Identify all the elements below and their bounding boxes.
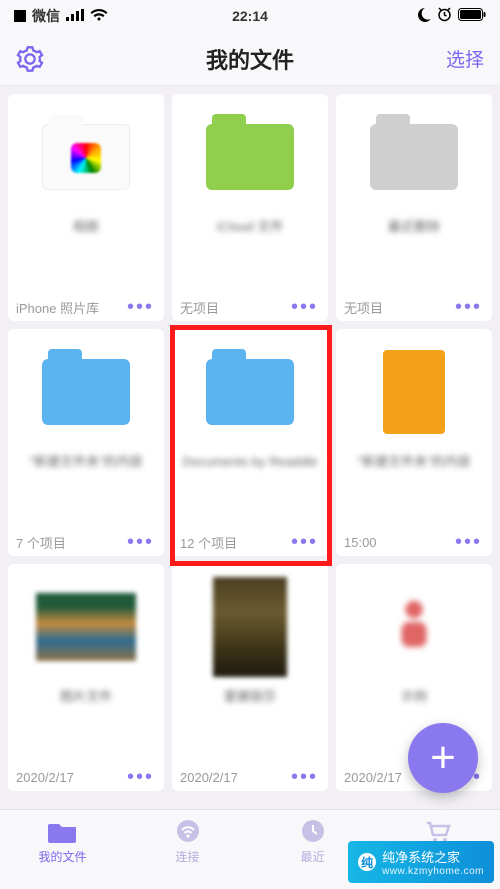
folder-card[interactable]: "新建文件夹"的内容 7 个项目 ••• <box>8 329 164 556</box>
image-card[interactable]: 图片文件 2020/2/17 ••• <box>8 564 164 791</box>
folder-card[interactable]: 最近删除 无项目 ••• <box>336 94 492 321</box>
more-button[interactable]: ••• <box>125 297 156 317</box>
file-card[interactable]: "新建文件夹"的内容 15:00 ••• <box>336 329 492 556</box>
page-title: 我的文件 <box>206 43 294 75</box>
folder-card[interactable]: iCloud 文件 无项目 ••• <box>172 94 328 321</box>
card-meta: 7 个项目 <box>16 533 66 552</box>
card-name: iCloud 文件 <box>180 218 320 260</box>
watermark-brand: 纯净系统之家 <box>382 850 460 865</box>
card-name: Documents by Readdle <box>180 453 320 495</box>
file-grid: 相册 iPhone 照片库 ••• iCloud 文件 无项目 ••• 最近删除… <box>0 86 500 799</box>
folder-card[interactable]: 相册 iPhone 照片库 ••• <box>8 94 164 321</box>
moon-icon <box>417 8 431 25</box>
settings-button[interactable] <box>16 45 44 73</box>
card-meta: 2020/2/17 <box>344 770 402 785</box>
card-name: "新建文件夹"的内容 <box>344 453 484 495</box>
tab-label: 最近 <box>300 848 324 865</box>
card-meta: 无项目 <box>344 298 383 317</box>
card-meta: 无项目 <box>180 298 219 317</box>
image-card[interactable]: 蒙娜丽莎 2020/2/17 ••• <box>172 564 328 791</box>
people-icon <box>389 597 439 657</box>
more-button[interactable]: ••• <box>289 297 320 317</box>
tab-label: 连接 <box>175 848 199 865</box>
card-meta: iPhone 照片库 <box>16 298 99 317</box>
status-app-name: 微信 <box>32 6 60 26</box>
clock-icon <box>298 818 328 844</box>
photos-folder-icon <box>42 124 130 190</box>
landscape-thumbnail-icon <box>36 593 136 661</box>
card-meta: 2020/2/17 <box>16 770 74 785</box>
signal-icon <box>66 8 84 24</box>
wifi-circle-icon <box>173 818 203 844</box>
card-meta: 15:00 <box>344 535 377 550</box>
folder-card-highlighted[interactable]: Documents by Readdle 12 个项目 ••• <box>172 329 328 556</box>
alarm-icon <box>437 7 452 25</box>
watermark: 纯 纯净系统之家 www.kzmyhome.com <box>348 841 494 883</box>
app-indicator-icon <box>14 10 26 22</box>
tab-label: 我的文件 <box>38 848 86 865</box>
more-button[interactable]: ••• <box>453 297 484 317</box>
tab-my-files[interactable]: 我的文件 <box>0 818 125 865</box>
card-name: 示例 <box>344 688 484 730</box>
more-button[interactable]: ••• <box>289 532 320 552</box>
tab-connect[interactable]: 连接 <box>125 818 250 865</box>
wifi-icon <box>90 8 108 24</box>
status-time: 22:14 <box>232 8 268 24</box>
more-button[interactable]: ••• <box>453 532 484 552</box>
more-button[interactable]: ••• <box>125 532 156 552</box>
card-meta: 2020/2/17 <box>180 770 238 785</box>
card-name: 相册 <box>16 218 156 260</box>
status-bar: 微信 22:14 <box>0 0 500 32</box>
green-folder-icon <box>206 124 294 190</box>
blue-folder-icon <box>206 359 294 425</box>
blue-folder-icon <box>42 359 130 425</box>
mona-thumbnail-icon <box>213 577 287 677</box>
more-button[interactable]: ••• <box>125 767 156 787</box>
card-name: "新建文件夹"的内容 <box>16 453 156 495</box>
card-name: 最近删除 <box>344 218 484 260</box>
select-button[interactable]: 选择 <box>446 45 484 72</box>
card-name: 蒙娜丽莎 <box>180 688 320 730</box>
card-name: 图片文件 <box>16 688 156 730</box>
add-button[interactable]: + <box>408 723 478 793</box>
more-button[interactable]: ••• <box>289 767 320 787</box>
nav-bar: 我的文件 选择 <box>0 32 500 86</box>
grey-folder-icon <box>370 124 458 190</box>
card-meta: 12 个项目 <box>180 533 237 552</box>
watermark-logo-icon: 纯 <box>358 853 376 871</box>
battery-icon <box>458 8 486 24</box>
orange-file-icon <box>383 350 445 434</box>
folder-icon <box>48 818 78 844</box>
plus-icon: + <box>430 733 456 783</box>
watermark-url: www.kzmyhome.com <box>382 866 484 877</box>
